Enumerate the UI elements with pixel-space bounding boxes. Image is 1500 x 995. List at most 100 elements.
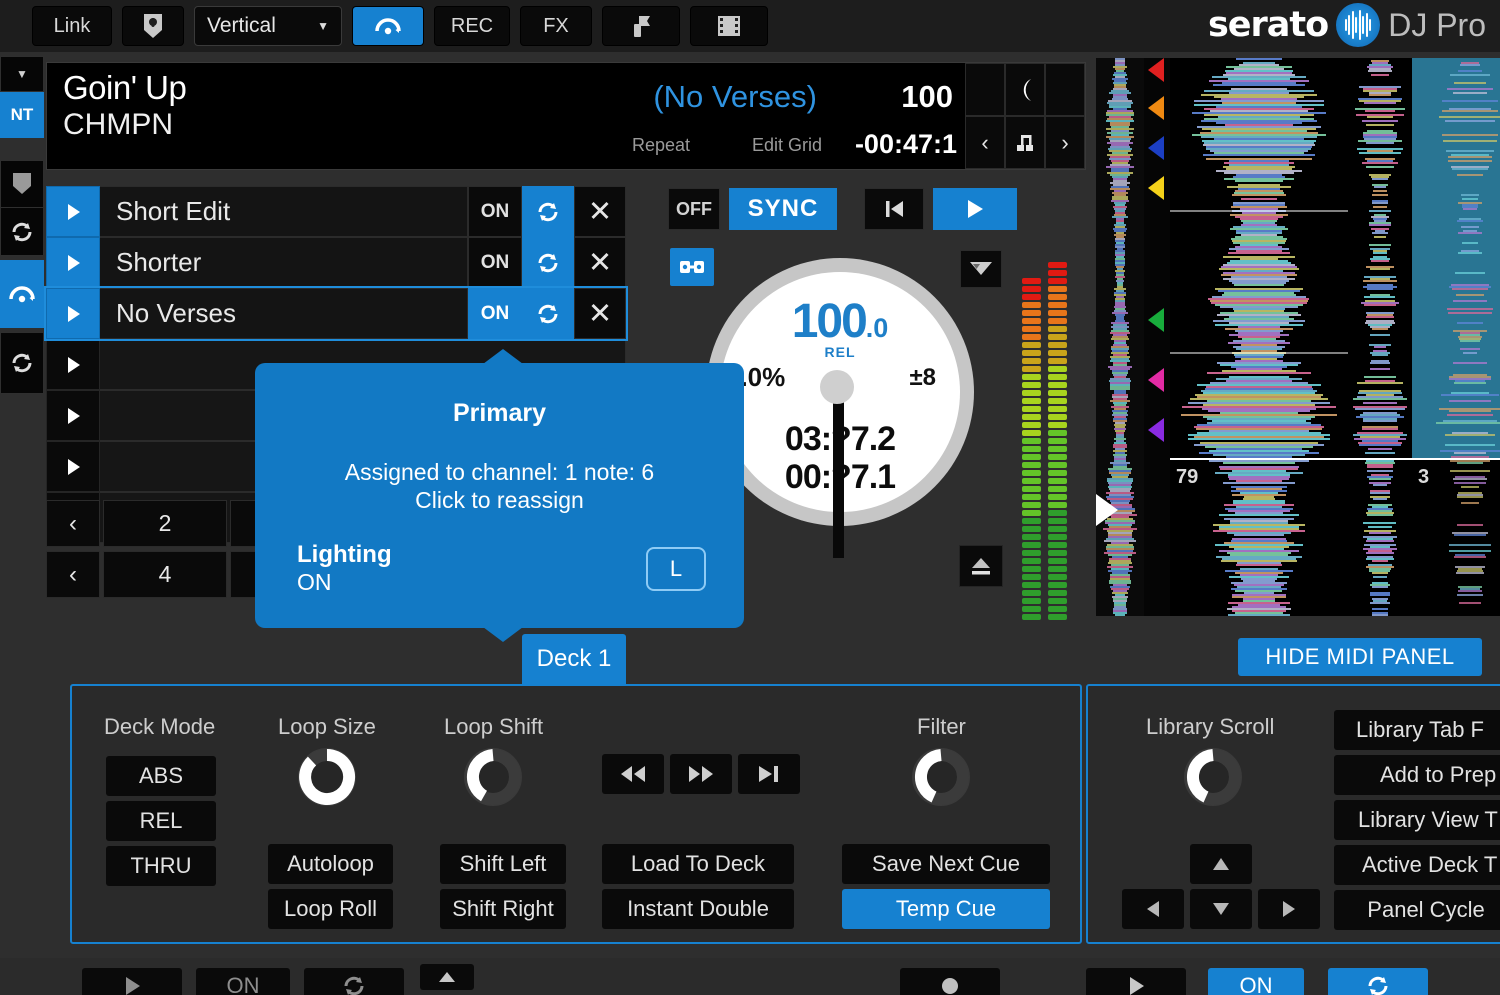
bottom-on-button-2[interactable]: ON bbox=[1208, 968, 1304, 995]
panel-cycle-button[interactable]: Panel Cycle bbox=[1334, 890, 1500, 930]
loop-play-button[interactable] bbox=[46, 390, 100, 441]
key-blank-cell-2[interactable] bbox=[1045, 63, 1085, 116]
deck-mode-thru-button[interactable]: THRU bbox=[106, 846, 216, 886]
fast-forward-icon[interactable] bbox=[670, 754, 732, 794]
loop-name[interactable]: No Verses bbox=[100, 288, 468, 339]
library-tab-button[interactable]: Library Tab F bbox=[1334, 710, 1500, 750]
rail-dropdown-caret[interactable]: ▼ bbox=[0, 56, 44, 92]
arrow-left-icon[interactable] bbox=[1122, 889, 1184, 929]
cue-marker-strip[interactable] bbox=[1144, 58, 1170, 616]
hide-midi-panel-button[interactable]: HIDE MIDI PANEL bbox=[1238, 638, 1482, 676]
virtual-deck-platter[interactable]: 100.0 REL 0.0% ±8 03:?7.2 00:?7.1 bbox=[706, 258, 974, 558]
close-x-icon[interactable]: ✕ bbox=[574, 288, 626, 339]
layout-select[interactable]: Vertical ▼ bbox=[194, 6, 342, 46]
rail-int-button[interactable]: NT bbox=[0, 92, 44, 138]
repeat-label[interactable]: Repeat bbox=[632, 135, 690, 156]
fx-button[interactable]: FX bbox=[520, 6, 592, 46]
active-deck-button[interactable]: Active Deck T bbox=[1334, 845, 1500, 885]
cue-skip-back-icon[interactable] bbox=[864, 188, 924, 230]
rail-reloop-button-1[interactable] bbox=[0, 208, 44, 256]
headphone-cue-button[interactable] bbox=[352, 6, 424, 46]
key-moon-icon[interactable] bbox=[1005, 63, 1045, 116]
autoloop-button[interactable]: Autoloop bbox=[268, 844, 393, 884]
reloop-icon[interactable] bbox=[522, 186, 574, 237]
beat-value-2[interactable]: 2 bbox=[103, 500, 227, 547]
filter-knob[interactable] bbox=[912, 748, 970, 806]
rail-reloop-button-2[interactable] bbox=[0, 332, 44, 394]
tertiary-waveform[interactable]: 3 bbox=[1412, 58, 1500, 616]
music-note-icon[interactable] bbox=[1005, 116, 1045, 169]
deck-mode-abs-button[interactable]: ABS bbox=[106, 756, 216, 796]
track-overview[interactable] bbox=[1096, 58, 1144, 616]
rail-headphone-button[interactable] bbox=[0, 260, 44, 328]
sampler-icon[interactable] bbox=[602, 6, 680, 46]
load-to-deck-button[interactable]: Load To Deck bbox=[602, 844, 794, 884]
shift-right-button[interactable]: Shift Right bbox=[440, 889, 566, 929]
tooltip-key-button[interactable]: L bbox=[646, 547, 706, 591]
rail-shield-button[interactable] bbox=[0, 160, 44, 208]
cue-marker-icon[interactable] bbox=[1148, 176, 1164, 200]
close-x-icon[interactable]: ✕ bbox=[574, 186, 626, 237]
chevron-left-icon[interactable]: ‹ bbox=[46, 500, 100, 547]
secondary-waveform[interactable] bbox=[1348, 58, 1412, 616]
video-icon[interactable] bbox=[690, 6, 768, 46]
bottom-reloop-button-2[interactable] bbox=[1328, 968, 1428, 995]
reloop-icon[interactable] bbox=[522, 288, 574, 339]
bottom-reloop-button[interactable] bbox=[304, 968, 404, 995]
main-waveform[interactable]: 79 bbox=[1170, 58, 1348, 616]
chevron-left-icon-2[interactable]: ‹ bbox=[46, 551, 100, 598]
sync-off-button[interactable]: OFF bbox=[668, 188, 720, 230]
loop-roll-button[interactable]: Loop Roll bbox=[268, 889, 393, 929]
add-to-prep-button[interactable]: Add to Prep bbox=[1334, 755, 1500, 795]
save-next-cue-button[interactable]: Save Next Cue bbox=[842, 844, 1050, 884]
reloop-icon[interactable] bbox=[522, 237, 574, 288]
beat-value-4[interactable]: 4 bbox=[103, 551, 227, 598]
link-button[interactable]: Link bbox=[32, 6, 112, 46]
cue-marker-icon[interactable] bbox=[1148, 96, 1164, 120]
arrow-up-icon[interactable] bbox=[1190, 844, 1252, 884]
chevron-right-icon[interactable]: › bbox=[1045, 116, 1085, 169]
edit-grid-label[interactable]: Edit Grid bbox=[752, 135, 822, 156]
loop-name[interactable]: Short Edit bbox=[100, 186, 468, 237]
rec-button[interactable]: REC bbox=[434, 6, 510, 46]
chevron-left-icon[interactable]: ‹ bbox=[965, 116, 1005, 169]
library-view-button[interactable]: Library View T bbox=[1334, 800, 1500, 840]
skip-next-icon[interactable] bbox=[738, 754, 800, 794]
bottom-on-button[interactable]: ON bbox=[196, 968, 290, 995]
loop-shift-knob[interactable] bbox=[464, 748, 522, 806]
sync-button[interactable]: SYNC bbox=[729, 188, 837, 230]
arrow-right-icon[interactable] bbox=[1258, 889, 1320, 929]
loop-play-button[interactable] bbox=[46, 186, 100, 237]
arrow-down-icon[interactable] bbox=[1190, 889, 1252, 929]
cue-marker-icon[interactable] bbox=[1148, 308, 1164, 332]
waveform-display[interactable]: 79 3 bbox=[1096, 58, 1500, 616]
close-x-icon[interactable]: ✕ bbox=[574, 237, 626, 288]
loop-play-button[interactable] bbox=[46, 339, 100, 390]
loop-play-button[interactable] bbox=[46, 288, 100, 339]
loop-size-knob[interactable] bbox=[298, 748, 356, 806]
rewind-icon[interactable] bbox=[602, 754, 664, 794]
loop-on-toggle[interactable]: ON bbox=[468, 186, 522, 237]
cue-marker-icon[interactable] bbox=[1148, 58, 1164, 82]
track-info[interactable]: Goin' Up CHMPN bbox=[47, 63, 607, 169]
bottom-record-button[interactable] bbox=[900, 968, 1000, 995]
loop-play-button[interactable] bbox=[46, 441, 100, 492]
play-button[interactable] bbox=[933, 188, 1017, 230]
loop-on-toggle[interactable]: ON bbox=[468, 237, 522, 288]
shift-left-button[interactable]: Shift Left bbox=[440, 844, 566, 884]
temp-cue-button[interactable]: Temp Cue bbox=[842, 889, 1050, 929]
deck-1-tab[interactable]: Deck 1 bbox=[522, 634, 626, 684]
bottom-play-button-2[interactable] bbox=[1086, 968, 1186, 995]
loop-play-button[interactable] bbox=[46, 237, 100, 288]
library-scroll-knob[interactable] bbox=[1184, 748, 1242, 806]
bottom-chevron-up-button[interactable] bbox=[420, 964, 474, 990]
cue-marker-icon[interactable] bbox=[1148, 136, 1164, 160]
loop-on-toggle[interactable]: ON bbox=[468, 288, 522, 339]
instant-double-button[interactable]: Instant Double bbox=[602, 889, 794, 929]
midi-panel-icon[interactable] bbox=[122, 6, 184, 46]
loop-name[interactable]: Shorter bbox=[100, 237, 468, 288]
cue-marker-icon[interactable] bbox=[1148, 368, 1164, 392]
bottom-play-button[interactable] bbox=[82, 968, 182, 995]
key-blank-cell[interactable] bbox=[965, 63, 1005, 116]
deck-mode-rel-button[interactable]: REL bbox=[106, 801, 216, 841]
